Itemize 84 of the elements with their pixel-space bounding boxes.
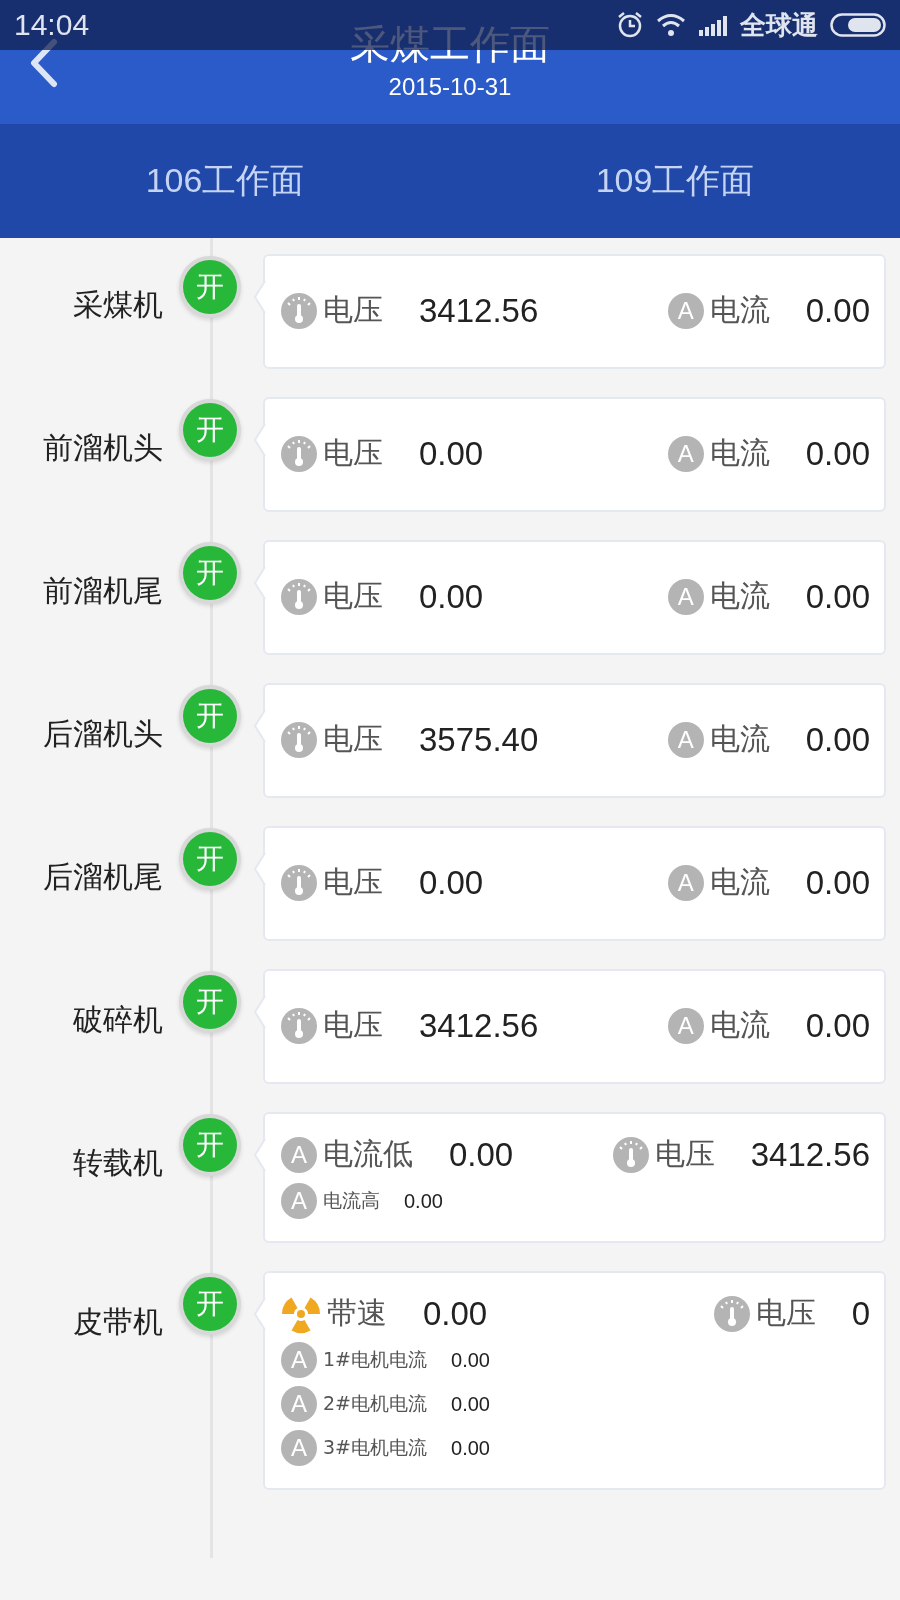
gauge-icon	[612, 1136, 649, 1173]
ammeter-icon: A	[667, 721, 704, 758]
reading-label: 电压	[654, 1135, 715, 1173]
reading-label: 电流	[709, 434, 770, 472]
tab[interactable]: 109工作面	[450, 124, 900, 238]
signal-icon	[698, 14, 728, 36]
reading-value: 0.00	[419, 434, 484, 473]
gauge-icon	[281, 721, 317, 758]
ammeter-icon: A	[667, 864, 704, 901]
reading-value: 3412.56	[419, 1006, 539, 1045]
tab[interactable]: 106工作面	[0, 124, 450, 238]
reading-label: 电压	[323, 291, 383, 329]
reading-label: 电流低	[323, 1135, 413, 1173]
reading-value: 0.00	[805, 720, 870, 759]
gauge-icon	[281, 435, 317, 472]
status-badge: 开	[183, 689, 237, 743]
reading-value: 0.00	[419, 577, 484, 616]
status-badge: 开	[183, 1118, 237, 1172]
machine-name: 前溜机头	[42, 429, 163, 467]
reading-label: 电流	[709, 577, 770, 615]
reading-value: 0.00	[449, 1135, 514, 1174]
reading-label: 电流	[709, 720, 770, 758]
reading-label: 电压	[323, 720, 383, 758]
reading-value: 0.00	[805, 863, 870, 902]
wifi-icon	[656, 13, 686, 37]
reading-label: 电流	[709, 1006, 770, 1044]
ammeter-icon: A	[667, 1007, 704, 1044]
reading-value: 0.00	[423, 1294, 488, 1333]
status-badge: 开	[183, 546, 237, 600]
reading-label: 电流	[709, 291, 770, 329]
ammeter-icon: A	[667, 578, 704, 615]
alarm-icon	[616, 11, 644, 39]
status-time: 14:04	[14, 8, 91, 42]
gauge-icon	[281, 578, 317, 615]
ammeter-icon: A	[281, 1342, 317, 1378]
carrier-label: 全球通	[740, 8, 818, 42]
ammeter-icon: A	[281, 1136, 317, 1173]
reading-value: 3575.40	[419, 720, 539, 759]
reading-value: 0.00	[805, 434, 870, 473]
machine-name: 转载机	[72, 1144, 163, 1182]
reading-value: 0.00	[451, 1436, 490, 1460]
machine-name: 破碎机	[72, 1001, 163, 1039]
status-badge: 开	[183, 1277, 237, 1331]
machine-name: 皮带机	[72, 1303, 163, 1341]
machine-name: 前溜机尾	[42, 572, 163, 610]
battery-icon	[830, 13, 886, 37]
ammeter-icon: A	[281, 1386, 317, 1422]
reading-value: 0.00	[451, 1348, 490, 1372]
status-badge: 开	[183, 832, 237, 886]
reading-value: 0.00	[805, 291, 870, 330]
reading-label: 3#电机电流	[323, 1435, 427, 1460]
reading-value: 0.00	[419, 863, 484, 902]
status-badge: 开	[183, 260, 237, 314]
reading-label: 电压	[323, 863, 383, 901]
reading-label: 1#电机电流	[323, 1347, 427, 1372]
reading-value: 3412.56	[750, 1135, 870, 1174]
gauge-icon	[281, 292, 317, 329]
reading-value: 0.00	[805, 577, 870, 616]
ammeter-icon: A	[281, 1183, 317, 1219]
status-badge: 开	[183, 403, 237, 457]
reading-label: 电压	[323, 577, 383, 615]
reading-label: 2#电机电流	[323, 1391, 427, 1416]
reading-value: 0	[851, 1294, 870, 1333]
reading-value: 0.00	[451, 1392, 490, 1416]
machine-name: 后溜机尾	[42, 858, 163, 896]
machine-name: 后溜机头	[42, 715, 163, 753]
gauge-icon	[281, 864, 317, 901]
reading-value: 0.00	[805, 1006, 870, 1045]
gauge-icon	[281, 1007, 317, 1044]
reading-label: 电压	[755, 1294, 816, 1332]
reading-label: 带速	[327, 1294, 387, 1332]
machine-name: 采煤机	[72, 286, 163, 324]
reading-label: 电压	[323, 1006, 383, 1044]
reading-value: 0.00	[404, 1189, 443, 1213]
reading-value: 3412.56	[419, 291, 539, 330]
reading-label: 电压	[323, 434, 383, 472]
ammeter-icon: A	[667, 292, 704, 329]
gauge-icon	[713, 1295, 750, 1332]
status-badge: 开	[183, 975, 237, 1029]
reading-label: 电流	[709, 863, 770, 901]
ammeter-icon: A	[281, 1430, 317, 1466]
date-label: 2015-10-31	[388, 72, 512, 102]
reading-label: 电流高	[323, 1188, 380, 1213]
ammeter-icon: A	[667, 435, 704, 472]
